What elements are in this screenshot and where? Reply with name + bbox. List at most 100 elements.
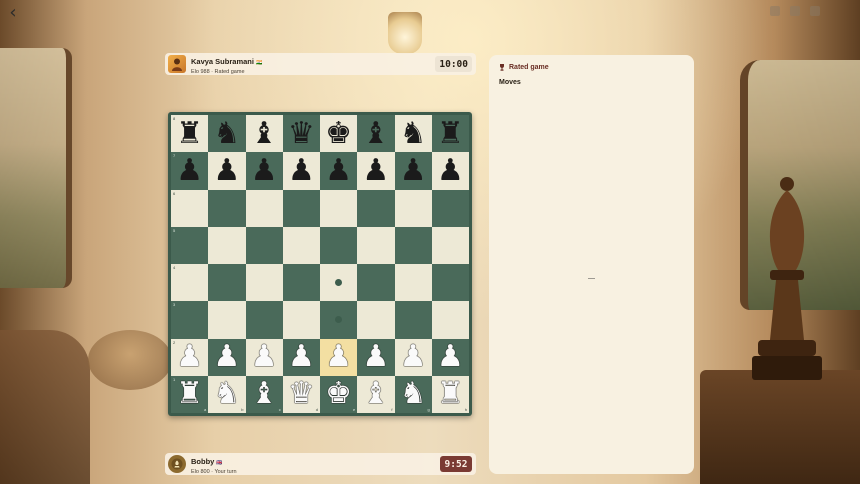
square-f4[interactable] (357, 264, 395, 302)
square-a6[interactable]: 6 (171, 189, 209, 227)
square-a5[interactable]: 5 (171, 226, 209, 264)
square-h8[interactable]: ♜ (431, 115, 469, 153)
white-piece[interactable]: ♟ (362, 342, 389, 372)
square-f2[interactable]: ♟ (357, 338, 395, 376)
white-piece[interactable]: ♟ (251, 342, 278, 372)
square-b6[interactable] (208, 189, 246, 227)
square-e2[interactable]: ♟ (320, 338, 358, 376)
square-a4[interactable]: 4 (171, 264, 209, 302)
square-g4[interactable] (394, 264, 432, 302)
square-c5[interactable] (245, 226, 283, 264)
square-e7[interactable]: ♟ (320, 152, 358, 190)
legal-move-dot[interactable] (335, 316, 343, 324)
square-f7[interactable]: ♟ (357, 152, 395, 190)
white-piece[interactable]: ♟ (325, 342, 352, 372)
black-piece[interactable]: ♟ (325, 155, 352, 186)
square-d6[interactable] (282, 189, 320, 227)
square-e4[interactable] (320, 264, 358, 302)
square-c7[interactable]: ♟ (245, 152, 283, 190)
square-a8[interactable]: 8 ♜ (171, 115, 209, 153)
black-piece[interactable]: ♞ (400, 118, 427, 149)
square-d8[interactable]: ♛ (282, 115, 320, 153)
square-g8[interactable]: ♞ (394, 115, 432, 153)
square-b5[interactable] (208, 226, 246, 264)
square-d1[interactable]: d ♛ (282, 375, 320, 413)
square-d7[interactable]: ♟ (282, 152, 320, 190)
square-e6[interactable] (320, 189, 358, 227)
square-b1[interactable]: b ♞ (208, 375, 246, 413)
settings-icon[interactable] (790, 6, 800, 16)
square-c8[interactable]: ♝ (245, 115, 283, 153)
white-piece[interactable]: ♟ (288, 342, 315, 372)
black-piece[interactable]: ♟ (400, 155, 427, 186)
square-d3[interactable] (282, 301, 320, 339)
square-b7[interactable]: ♟ (208, 152, 246, 190)
white-piece[interactable]: ♜ (437, 379, 464, 409)
square-b3[interactable] (208, 301, 246, 339)
black-piece[interactable]: ♟ (362, 155, 389, 186)
black-piece[interactable]: ♟ (437, 155, 464, 186)
white-piece[interactable]: ♝ (362, 379, 389, 409)
white-piece[interactable]: ♚ (325, 379, 352, 409)
black-piece[interactable]: ♝ (251, 118, 278, 149)
square-f6[interactable] (357, 189, 395, 227)
square-g7[interactable]: ♟ (394, 152, 432, 190)
black-piece[interactable]: ♟ (251, 155, 278, 186)
square-c3[interactable] (245, 301, 283, 339)
square-e8[interactable]: ♚ (320, 115, 358, 153)
square-h5[interactable] (431, 226, 469, 264)
white-piece[interactable]: ♛ (288, 379, 315, 409)
square-h6[interactable] (431, 189, 469, 227)
black-piece[interactable]: ♟ (176, 155, 203, 186)
square-g2[interactable]: ♟ (394, 338, 432, 376)
square-d2[interactable]: ♟ (282, 338, 320, 376)
square-f5[interactable] (357, 226, 395, 264)
white-piece[interactable]: ♜ (176, 379, 203, 409)
square-h2[interactable]: ♟ (431, 338, 469, 376)
square-h3[interactable] (431, 301, 469, 339)
square-e5[interactable] (320, 226, 358, 264)
black-piece[interactable]: ♟ (213, 155, 240, 186)
sound-icon[interactable] (770, 6, 780, 16)
square-h1[interactable]: h ♜ (431, 375, 469, 413)
square-d5[interactable] (282, 226, 320, 264)
square-b4[interactable] (208, 264, 246, 302)
square-f3[interactable] (357, 301, 395, 339)
black-piece[interactable]: ♝ (362, 118, 389, 149)
close-icon[interactable] (810, 6, 820, 16)
square-f1[interactable]: f ♝ (357, 375, 395, 413)
black-piece[interactable]: ♜ (437, 118, 464, 149)
square-g6[interactable] (394, 189, 432, 227)
white-piece[interactable]: ♟ (400, 342, 427, 372)
square-g3[interactable] (394, 301, 432, 339)
white-piece[interactable]: ♟ (176, 342, 203, 372)
square-b8[interactable]: ♞ (208, 115, 246, 153)
white-piece[interactable]: ♟ (213, 342, 240, 372)
square-f8[interactable]: ♝ (357, 115, 395, 153)
square-c4[interactable] (245, 264, 283, 302)
black-piece[interactable]: ♛ (288, 118, 315, 149)
square-g1[interactable]: g ♞ (394, 375, 432, 413)
white-piece[interactable]: ♞ (213, 379, 240, 409)
square-a1[interactable]: 1 a ♜ (171, 375, 209, 413)
square-c2[interactable]: ♟ (245, 338, 283, 376)
square-h7[interactable]: ♟ (431, 152, 469, 190)
square-a7[interactable]: 7 ♟ (171, 152, 209, 190)
square-g5[interactable] (394, 226, 432, 264)
square-d4[interactable] (282, 264, 320, 302)
black-piece[interactable]: ♚ (325, 118, 352, 149)
square-a3[interactable]: 3 (171, 301, 209, 339)
white-piece[interactable]: ♞ (400, 379, 427, 409)
square-e3[interactable] (320, 301, 358, 339)
square-b2[interactable]: ♟ (208, 338, 246, 376)
back-button[interactable]: ‹ (4, 4, 22, 22)
square-c6[interactable] (245, 189, 283, 227)
black-piece[interactable]: ♜ (176, 118, 203, 149)
black-piece[interactable]: ♞ (213, 118, 240, 149)
square-e1[interactable]: e ♚ (320, 375, 358, 413)
white-piece[interactable]: ♝ (251, 379, 278, 409)
square-a2[interactable]: 2 ♟ (171, 338, 209, 376)
legal-move-dot[interactable] (335, 279, 343, 287)
black-piece[interactable]: ♟ (288, 155, 315, 186)
square-c1[interactable]: c ♝ (245, 375, 283, 413)
